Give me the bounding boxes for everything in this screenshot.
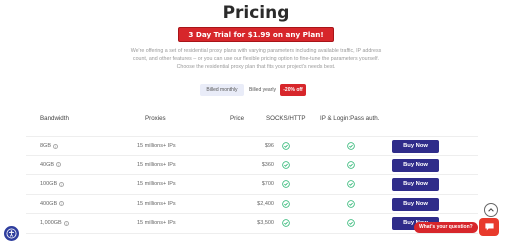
header-socks-http: SOCKS/HTTP: [266, 115, 306, 122]
info-icon[interactable]: i: [56, 162, 62, 167]
header-ip-auth: IP & Login:Pass auth.: [320, 115, 380, 122]
check-circle-icon: [347, 142, 355, 150]
header-proxies: Proxies: [145, 115, 166, 122]
header-price: Price: [230, 115, 245, 122]
accessibility-icon: [6, 228, 17, 239]
proxies-value: 15 millions+ IPs: [137, 181, 176, 187]
buy-now-button[interactable]: Buy Now: [392, 158, 439, 172]
proxies-value: 15 millions+ IPs: [137, 161, 176, 168]
bandwidth-value: 1,000GB: [40, 220, 62, 226]
check-circle-icon: [282, 180, 290, 188]
pricing-table: 8GB i 15 millions+ IPs $96 Buy Now 40GB …: [26, 136, 478, 234]
discount-badge: -20% off: [280, 84, 306, 96]
header-bandwidth: Bandwidth: [40, 115, 69, 122]
buy-now-button[interactable]: Buy Now: [392, 178, 439, 191]
intro-text: We're offering a set of residential prox…: [130, 48, 382, 70]
price-value: $2,400: [257, 200, 274, 207]
page-title: Pricing: [222, 3, 290, 23]
billing-toggle: Billed monthly Billed yearly -20% off: [200, 84, 306, 96]
check-circle-icon: [282, 199, 290, 208]
chat-bubble-icon: [484, 223, 494, 231]
bandwidth-value: 8GB: [40, 143, 52, 149]
chat-button[interactable]: [479, 218, 499, 236]
billed-monthly-option[interactable]: Billed monthly: [200, 84, 244, 96]
proxies-value: 15 millions+ IPs: [137, 200, 176, 207]
chevron-up-icon: [488, 208, 494, 212]
table-row: 100GB i 15 millions+ IPs $700 Buy Now: [26, 175, 478, 195]
trial-banner[interactable]: 3 Day Trial for $1.99 on any Plan!: [178, 27, 334, 42]
info-icon[interactable]: i: [59, 181, 65, 187]
billed-yearly-option[interactable]: Billed yearly: [244, 84, 278, 96]
info-icon[interactable]: i: [53, 143, 59, 149]
price-value: $3,500: [257, 220, 274, 226]
proxies-value: 15 millions+ IPs: [137, 220, 176, 226]
scroll-to-top-button[interactable]: [484, 203, 498, 217]
check-circle-icon: [347, 180, 355, 188]
price-value: $700: [261, 181, 274, 187]
check-circle-icon: [282, 142, 290, 150]
info-icon[interactable]: i: [63, 220, 69, 226]
table-row: 40GB i 15 millions+ IPs $360 Buy Now: [26, 156, 478, 175]
proxies-value: 15 millions+ IPs: [137, 143, 176, 149]
accessibility-button[interactable]: [4, 226, 19, 241]
chat-prompt[interactable]: What's your question?: [414, 222, 478, 233]
buy-now-button[interactable]: Buy Now: [392, 140, 439, 153]
buy-now-button[interactable]: Buy Now: [392, 197, 439, 211]
check-circle-icon: [282, 219, 290, 227]
price-value: $360: [261, 161, 274, 168]
check-circle-icon: [347, 219, 355, 227]
table-header: Bandwidth Proxies Price SOCKS/HTTP IP & …: [0, 112, 512, 126]
table-row: 1,000GB i 15 millions+ IPs $3,500 Buy No…: [26, 214, 478, 234]
table-row: 400GB i 15 millions+ IPs $2,400 Buy Now: [26, 195, 478, 214]
check-circle-icon: [347, 160, 355, 169]
bandwidth-value: 40GB: [40, 161, 55, 168]
info-icon[interactable]: i: [59, 201, 65, 206]
check-circle-icon: [282, 160, 290, 169]
bandwidth-value: 100GB: [40, 181, 58, 187]
check-circle-icon: [347, 199, 355, 208]
price-value: $96: [264, 143, 274, 149]
table-row: 8GB i 15 millions+ IPs $96 Buy Now: [26, 136, 478, 156]
bandwidth-value: 400GB: [40, 200, 58, 207]
